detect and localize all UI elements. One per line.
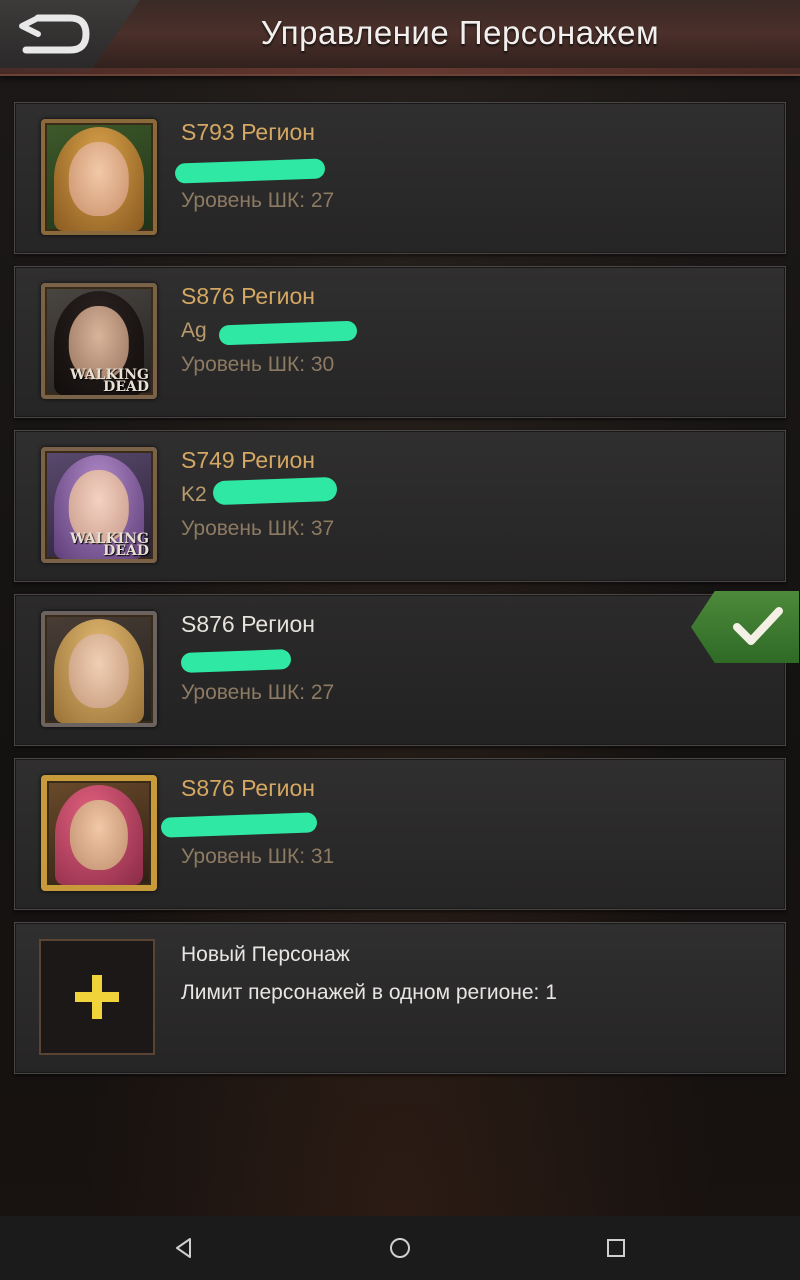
new-character-button[interactable] [39,939,155,1055]
character-avatar [41,775,157,891]
character-avatar [41,119,157,235]
nav-recents-square-icon[interactable] [604,1236,628,1260]
name-redaction [212,476,338,506]
back-return-arrow-icon [19,14,90,54]
selected-indicator [691,591,799,663]
character-card[interactable]: S876 Регион Уровень ШК: 31 [14,758,786,910]
name-redaction [160,812,318,838]
nav-back-triangle-icon[interactable] [172,1236,196,1260]
character-avatar: WALKING DEAD [41,447,157,563]
page-title: Управление Персонажем [260,14,660,51]
character-region: S876 Регион [181,611,315,637]
character-region: S876 Регион [181,283,315,309]
character-name: K2 [181,483,207,506]
top-bar: Управление Персонажем [0,0,800,76]
character-level: Уровень ШК: 31 [181,845,335,868]
character-name: Ag [181,319,207,342]
name-redaction [218,320,358,346]
character-card-selected[interactable]: S876 Регион Уровень ШК: 27 [14,591,799,746]
back-button[interactable] [0,0,140,72]
walking-dead-logo: WALKING DEAD [69,531,149,559]
new-character-title: Новый Персонаж [181,943,350,966]
character-card[interactable]: S793 Регион Уровень ШК: 27 [14,102,786,254]
new-character-card[interactable]: Новый Персонаж Лимит персонажей в одном … [14,922,786,1074]
character-region: S793 Регион [181,119,315,145]
character-limit-text: Лимит персонажей в одном регионе: 1 [181,981,557,1004]
name-redaction [180,649,292,673]
character-card[interactable]: WALKING DEAD S876 Регион Ag Уровень ШК: 3… [14,266,786,418]
character-avatar: WALKING DEAD [41,283,157,399]
character-level: Уровень ШК: 27 [181,189,335,212]
system-navigation-bar [0,1216,800,1280]
name-redaction [174,158,326,184]
character-level: Уровень ШК: 27 [181,681,335,704]
character-avatar [41,611,157,727]
character-list: S793 Регион Уровень ШК: 27 WALKING DEAD S… [14,102,799,1086]
character-level: Уровень ШК: 37 [181,517,335,540]
checkmark-icon [733,607,783,645]
character-region: S876 Регион [181,775,315,801]
character-level: Уровень ШК: 30 [181,353,335,376]
plus-icon [75,975,119,1019]
nav-home-circle-icon[interactable] [388,1236,412,1260]
character-card[interactable]: WALKING DEAD S749 Регион K2 Уровень ШК: 3… [14,430,786,582]
character-region: S749 Регион [181,447,315,473]
walking-dead-logo: WALKING DEAD [69,367,149,395]
